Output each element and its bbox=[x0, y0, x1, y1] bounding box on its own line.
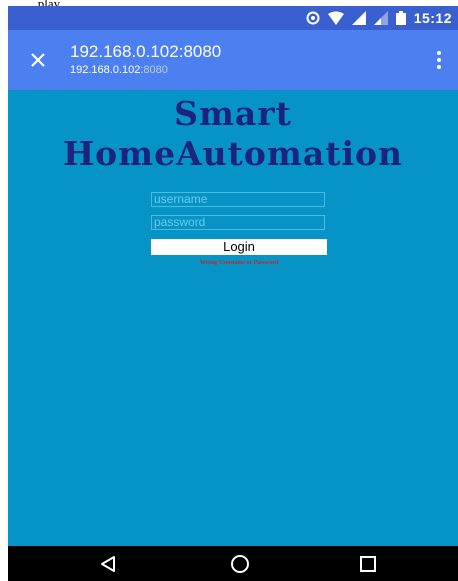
nav-bar bbox=[8, 546, 458, 581]
url-host: 192.168.0.102 bbox=[70, 64, 141, 76]
page-content: SmartHomeAutomation Login Wrong Username… bbox=[8, 90, 458, 546]
back-icon[interactable] bbox=[98, 554, 118, 574]
url-subtitle: 192.168.0.102:8080 bbox=[70, 63, 168, 77]
recents-icon[interactable] bbox=[358, 554, 378, 574]
more-vert-icon[interactable] bbox=[436, 50, 442, 70]
battery-icon bbox=[395, 11, 406, 25]
login-button[interactable]: Login bbox=[151, 239, 327, 255]
error-message: Wrong Username or Password bbox=[199, 260, 279, 266]
phone-screen: 15:12 192.168.0.102:8080 192.168.0.102:8… bbox=[8, 6, 458, 581]
url-title[interactable]: 192.168.0.102:8080 bbox=[70, 42, 221, 62]
signal-icon bbox=[351, 11, 366, 25]
home-icon[interactable] bbox=[230, 554, 250, 574]
password-input[interactable] bbox=[151, 215, 325, 230]
sync-icon bbox=[306, 11, 320, 25]
status-icons: 15:12 bbox=[306, 10, 452, 26]
url-port: :8080 bbox=[140, 64, 168, 76]
page-title: Smart HomeAutomation bbox=[62, 94, 404, 173]
wifi-icon bbox=[327, 11, 344, 25]
signal-weak-icon bbox=[373, 11, 388, 25]
username-input[interactable] bbox=[151, 192, 325, 207]
close-icon[interactable] bbox=[26, 48, 50, 72]
status-bar: 15:12 bbox=[8, 6, 458, 30]
url-bar: 192.168.0.102:8080 192.168.0.102:8080 bbox=[8, 30, 458, 90]
status-time: 15:12 bbox=[413, 10, 452, 26]
